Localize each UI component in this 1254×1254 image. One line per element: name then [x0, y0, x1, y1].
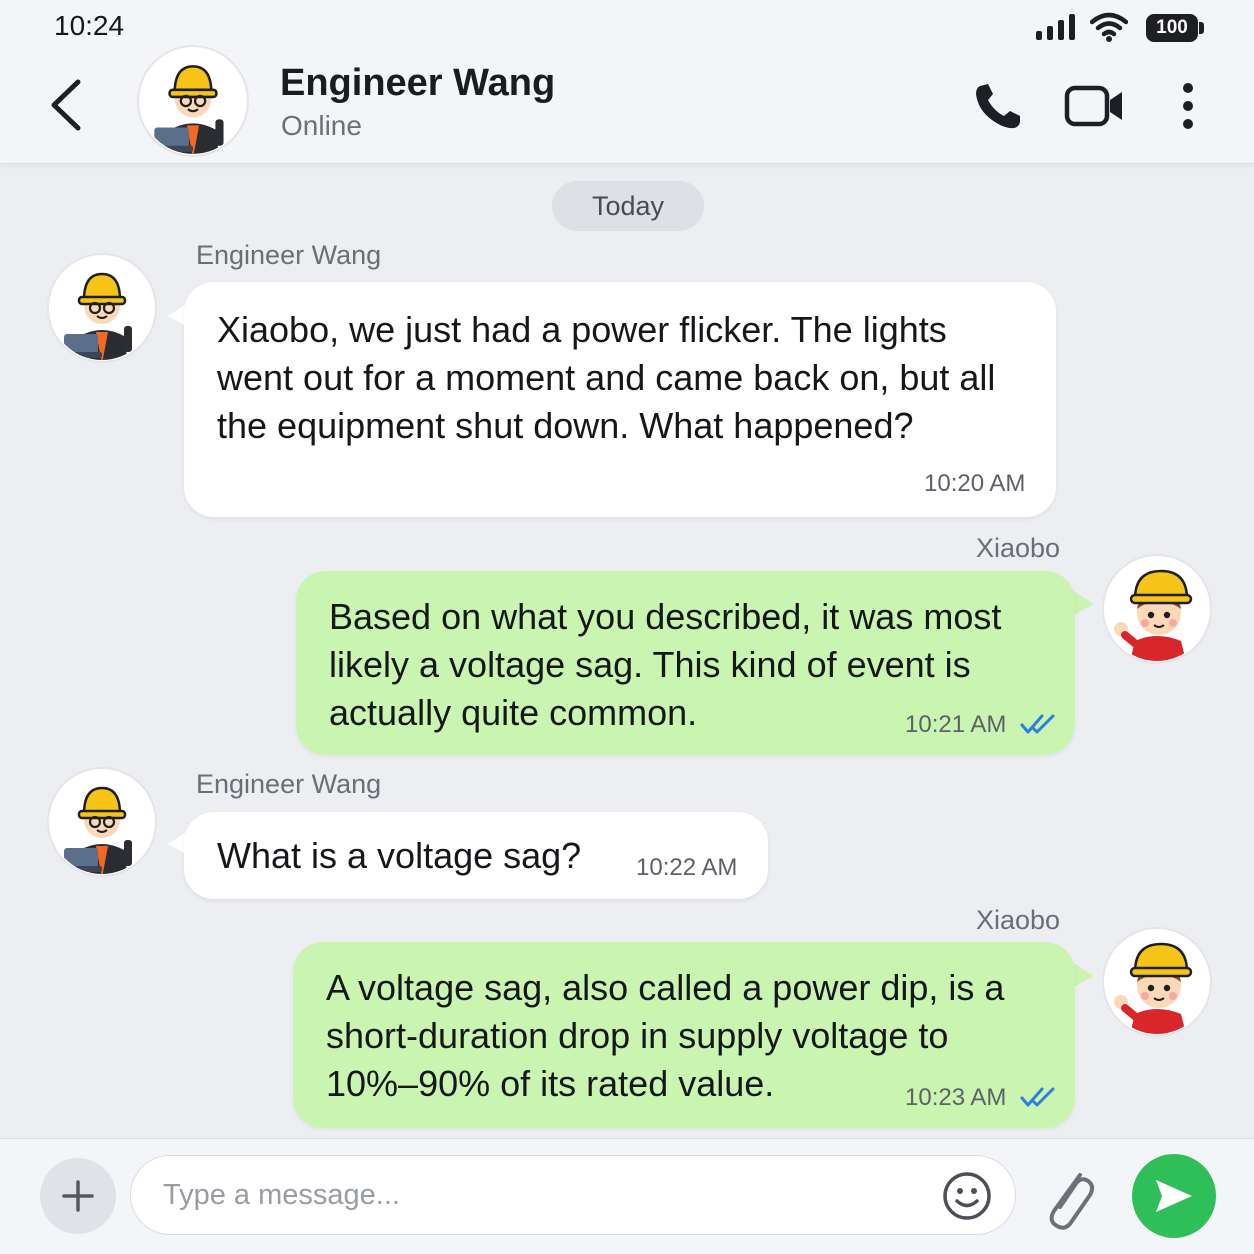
phone-icon[interactable]	[970, 78, 1026, 134]
video-camera-icon[interactable]	[1064, 80, 1126, 132]
smiley-icon[interactable]	[941, 1170, 993, 1222]
chevron-left-icon[interactable]	[42, 76, 92, 134]
sender-avatar[interactable]	[46, 766, 158, 878]
send-button[interactable]	[1132, 1154, 1216, 1238]
more-vertical-icon[interactable]	[1170, 78, 1206, 134]
sender-avatar[interactable]	[46, 252, 158, 364]
message-composer	[0, 1138, 1254, 1254]
message-text: Xiaobo, we just had a power flicker. The…	[217, 309, 996, 446]
message-text: What is a voltage sag?	[217, 835, 582, 876]
self-avatar[interactable]	[1101, 926, 1213, 1038]
double-check-icon	[1020, 1087, 1055, 1107]
message-time: 10:21 AM	[905, 711, 1007, 738]
message-input-container	[130, 1155, 1016, 1235]
bubble-tail	[1072, 962, 1094, 988]
message-bubble[interactable]: What is a voltage sag? 10:22 AM	[184, 812, 768, 899]
sender-name: Engineer Wang	[196, 769, 382, 799]
message-bubble[interactable]: Xiaobo, we just had a power flicker. The…	[184, 282, 1056, 517]
send-icon	[1156, 1180, 1192, 1212]
contact-name: Engineer Wang	[280, 62, 556, 104]
battery-indicator: 100	[1146, 14, 1204, 42]
message-time: 10:22 AM	[636, 854, 738, 881]
message-time: 10:23 AM	[905, 1084, 1007, 1111]
bubble-tail	[1072, 590, 1094, 616]
contact-avatar[interactable]	[136, 44, 250, 158]
double-check-icon	[1020, 714, 1055, 734]
status-time: 10:24	[54, 10, 125, 41]
message-input[interactable]	[163, 1156, 923, 1234]
add-attachment-button[interactable]	[40, 1158, 116, 1234]
message-bubble[interactable]: A voltage sag, also called a power dip, …	[293, 942, 1075, 1128]
plus-icon	[62, 1180, 94, 1212]
sender-name: Xiaobo	[976, 533, 1061, 563]
paperclip-icon[interactable]	[1040, 1161, 1100, 1235]
sender-name: Engineer Wang	[196, 240, 382, 270]
contact-status: Online	[281, 110, 362, 141]
chat-header: Engineer Wang Online	[0, 52, 1254, 164]
signal-icon	[1036, 14, 1075, 40]
date-divider: Today	[552, 181, 704, 231]
battery-level: 100	[1156, 17, 1188, 38]
battery-tip	[1199, 22, 1204, 34]
sender-name: Xiaobo	[976, 905, 1061, 935]
wifi-icon	[1090, 12, 1128, 42]
message-bubble[interactable]: Based on what you described, it was most…	[296, 571, 1075, 755]
message-time: 10:20 AM	[924, 470, 1026, 497]
self-avatar[interactable]	[1101, 553, 1213, 665]
